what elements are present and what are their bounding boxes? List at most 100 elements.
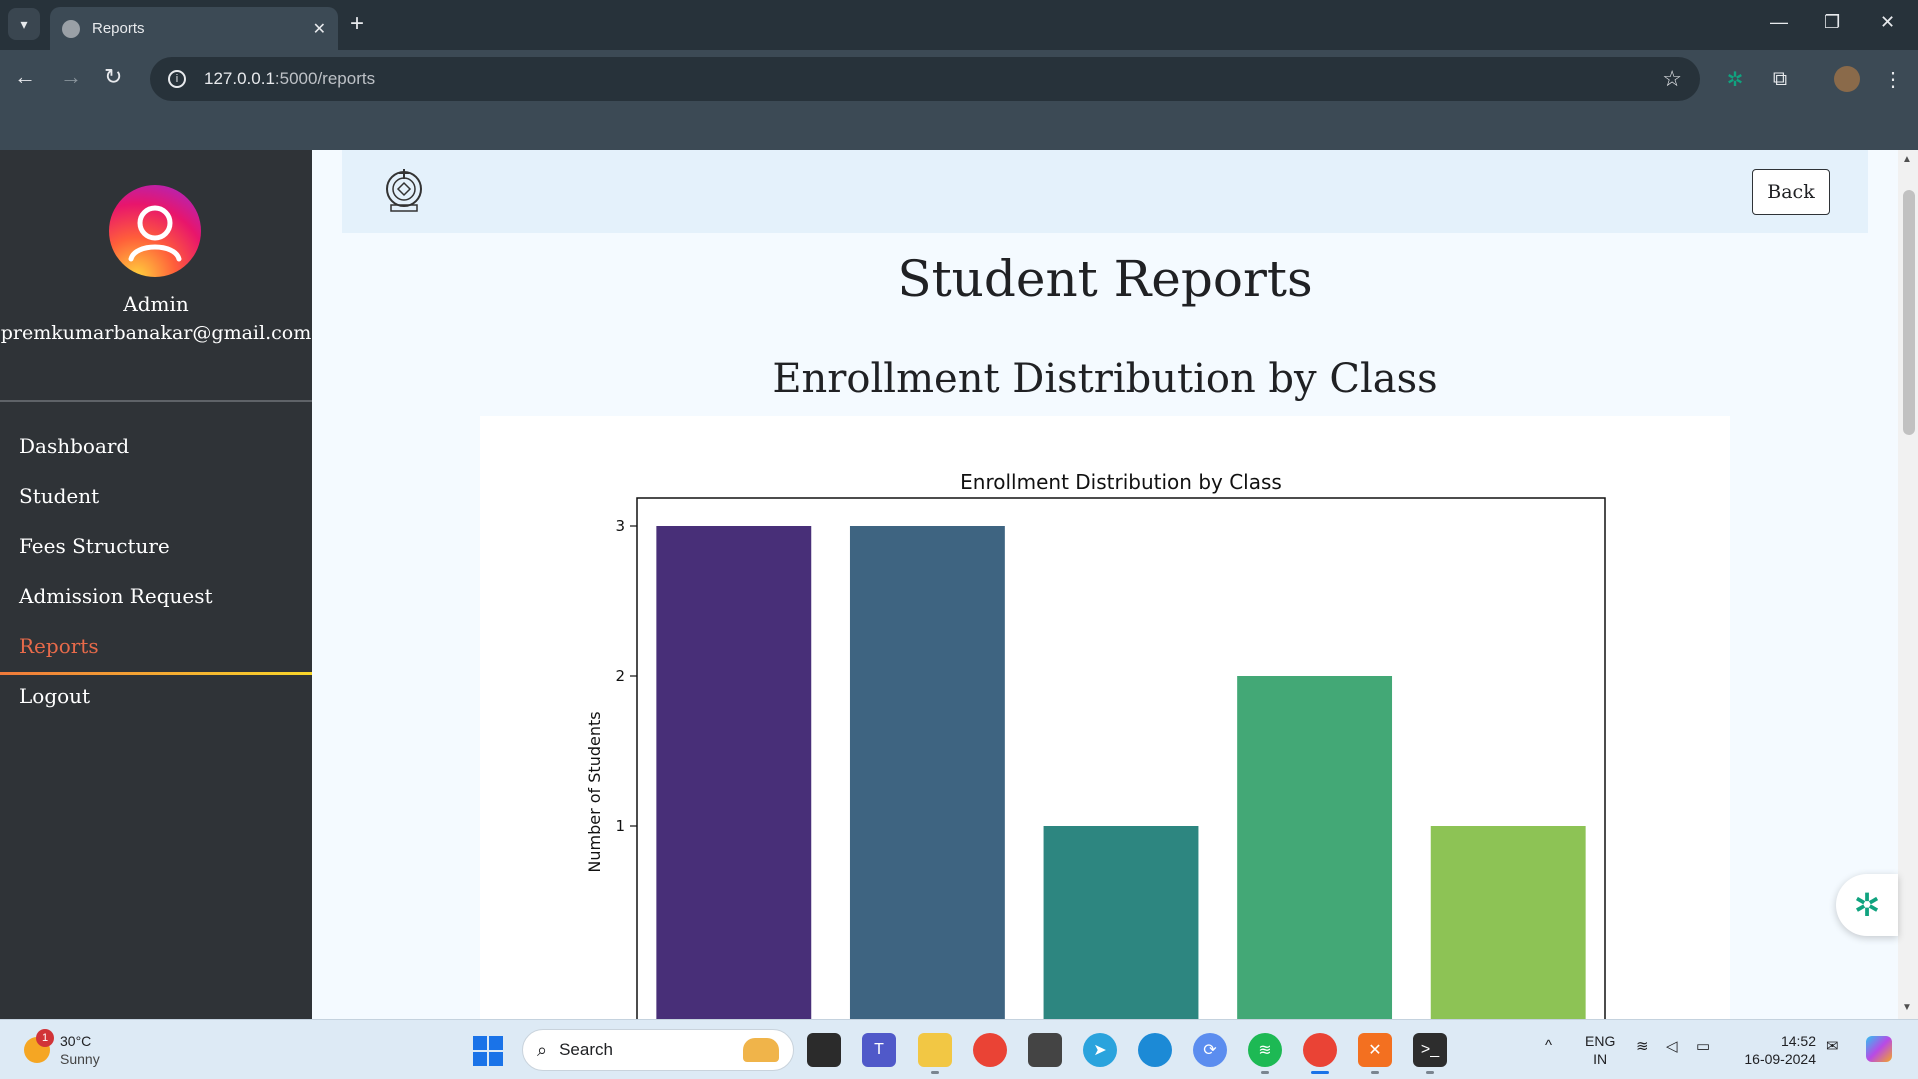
sidebar-item-admission-request[interactable]: Admission Request <box>19 584 213 608</box>
url-path: :5000/reports <box>274 69 376 88</box>
chart-bar <box>656 526 812 1038</box>
avatar <box>109 185 201 277</box>
xampp-icon[interactable]: ✕ <box>1358 1033 1392 1067</box>
back-arrow-icon[interactable]: ← <box>14 64 36 90</box>
chart-bar <box>1237 676 1393 1038</box>
app-running-indicator <box>1261 1071 1269 1074</box>
page-header: Back <box>342 150 1868 233</box>
chevron-down-icon: ▾ <box>20 15 28 32</box>
scroll-up-icon[interactable]: ▲ <box>1902 154 1912 165</box>
system-clock[interactable]: 14:52 16-09-2024 <box>1738 1032 1816 1068</box>
close-window-icon[interactable]: ✕ <box>1880 12 1895 33</box>
user-email: premkumarbanakar@gmail.com <box>0 322 312 344</box>
app-running-indicator <box>1371 1071 1379 1074</box>
close-tab-icon[interactable]: ✕ <box>313 19 326 39</box>
battery-icon[interactable]: ▭ <box>1696 1037 1710 1055</box>
sidebar: Admin premkumarbanakar@gmail.com Dashboa… <box>0 150 312 1019</box>
app-launcher-icon[interactable] <box>1028 1033 1062 1067</box>
windows-taskbar: 1 30°C Sunny ⌕ Search T ➤ ⟳ ≋ ✕ >_ ^ ENG… <box>0 1019 1918 1079</box>
app-active-indicator <box>1311 1071 1329 1074</box>
search-placeholder: Search <box>559 1040 613 1059</box>
chart-y-tick-label: 2 <box>615 667 625 685</box>
sidebar-item-reports[interactable]: Reports <box>19 634 99 658</box>
weather-badge: 1 <box>36 1029 54 1047</box>
teams-icon[interactable]: T <box>862 1033 896 1067</box>
school-logo-icon <box>386 169 422 212</box>
sidebar-divider <box>0 400 312 402</box>
page-title: Student Reports <box>897 250 1313 308</box>
sun-icon: 1 <box>24 1029 54 1063</box>
clock-date: 16-09-2024 <box>1744 1051 1816 1067</box>
spotify-icon[interactable]: ≋ <box>1248 1033 1282 1067</box>
new-tab-button[interactable]: + <box>350 10 364 38</box>
weather-widget[interactable]: 1 30°C Sunny <box>24 1029 100 1068</box>
profile-avatar-icon[interactable] <box>1834 66 1860 92</box>
speaker-icon[interactable]: ◁ <box>1666 1037 1678 1055</box>
search-icon: ⌕ <box>537 1039 548 1060</box>
chevron-up-icon[interactable]: ^ <box>1545 1037 1552 1054</box>
restore-icon[interactable]: ❐ <box>1824 12 1840 33</box>
forward-arrow-icon[interactable]: → <box>60 64 82 90</box>
back-button[interactable]: Back <box>1752 169 1830 215</box>
chart-y-tick-label: 1 <box>615 817 625 835</box>
sync-app-icon[interactable]: ⟳ <box>1193 1033 1227 1067</box>
chart-bar <box>1043 826 1199 1038</box>
file-explorer-icon[interactable] <box>918 1033 952 1067</box>
chrome-active-icon[interactable] <box>1303 1033 1337 1067</box>
language-indicator[interactable]: ENG IN <box>1585 1032 1615 1068</box>
region-code: IN <box>1593 1051 1608 1067</box>
browser-tab-reports[interactable]: Reports ✕ <box>50 7 338 50</box>
weather-temperature: 30°C <box>60 1033 92 1049</box>
chart-card: Enrollment Distribution by Class Number … <box>480 416 1730 1039</box>
page-viewport: Admin premkumarbanakar@gmail.com Dashboa… <box>0 150 1918 1039</box>
sidebar-item-logout[interactable]: Logout <box>19 684 90 708</box>
reload-icon[interactable]: ↻ <box>104 64 122 90</box>
sidebar-item-student[interactable]: Student <box>19 484 99 508</box>
tab-search-button[interactable]: ▾ <box>8 8 40 40</box>
wifi-icon[interactable]: ≋ <box>1636 1037 1649 1055</box>
user-icon <box>128 205 182 262</box>
tab-favicon-icon <box>62 19 80 38</box>
weather-condition: Sunny <box>60 1051 100 1067</box>
sidebar-item-fees-structure[interactable]: Fees Structure <box>19 534 170 558</box>
task-view-icon[interactable] <box>807 1033 841 1067</box>
taskbar-search[interactable]: ⌕ Search <box>522 1029 794 1071</box>
scroll-thumb[interactable] <box>1903 190 1915 435</box>
sidebar-item-dashboard[interactable]: Dashboard <box>19 434 129 458</box>
site-info-icon[interactable]: i <box>168 70 186 88</box>
chart-y-axis-label: Number of Students <box>585 711 604 872</box>
bookmark-star-icon[interactable]: ☆ <box>1662 66 1682 92</box>
enrollment-chart: Enrollment Distribution by Class Number … <box>585 470 1606 1039</box>
edge-icon[interactable] <box>1138 1033 1172 1067</box>
bookmark-bar <box>0 108 1918 150</box>
chrome-icon[interactable] <box>973 1033 1007 1067</box>
browser-tab-bar: ▾ Reports ✕ + — ❐ ✕ <box>0 0 1918 50</box>
app-running-indicator <box>931 1071 939 1074</box>
terminal-icon[interactable]: >_ <box>1413 1033 1447 1067</box>
address-bar[interactable]: i 127.0.0.1:5000/reports ☆ <box>150 57 1700 101</box>
active-item-underline <box>0 672 312 675</box>
telegram-icon[interactable]: ➤ <box>1083 1033 1117 1067</box>
browser-toolbar: ← → ↻ i 127.0.0.1:5000/reports ☆ ✲ ⧉ ⋮ <box>0 50 1918 108</box>
minimize-icon[interactable]: — <box>1770 12 1788 33</box>
ai-assistant-icon[interactable]: ✲ <box>1836 874 1898 936</box>
chart-title: Enrollment Distribution by Class <box>960 470 1282 494</box>
chart-bar <box>849 526 1005 1038</box>
extensions-puzzle-icon[interactable]: ⧉ <box>1767 66 1793 92</box>
windows-start-icon[interactable] <box>473 1036 503 1066</box>
url-host: 127.0.0.1 <box>204 69 275 88</box>
search-highlight-icon <box>743 1038 779 1062</box>
section-title: Enrollment Distribution by Class <box>772 356 1438 402</box>
tab-title: Reports <box>92 20 145 37</box>
app-running-indicator <box>1426 1071 1434 1074</box>
notification-bell-icon[interactable]: ✉ <box>1826 1037 1839 1055</box>
scroll-down-icon[interactable]: ▼ <box>1902 1002 1912 1013</box>
copilot-icon[interactable] <box>1866 1036 1892 1062</box>
chatgpt-extension-icon[interactable]: ✲ <box>1722 66 1748 92</box>
language-code: ENG <box>1585 1033 1616 1049</box>
page-scrollbar[interactable]: ▲ ▼ <box>1898 150 1918 1019</box>
clock-time: 14:52 <box>1780 1033 1816 1049</box>
chart-y-tick-label: 3 <box>615 517 625 535</box>
chart-bar <box>1430 826 1586 1038</box>
menu-kebab-icon[interactable]: ⋮ <box>1880 66 1906 92</box>
